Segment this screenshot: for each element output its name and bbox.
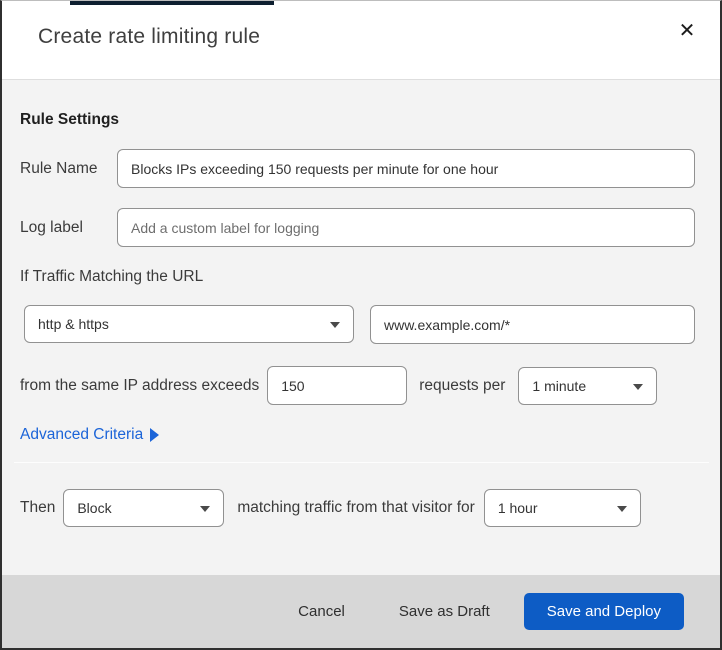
threshold-prefix-label: from the same IP address exceeds [20, 376, 260, 394]
chevron-down-icon [616, 506, 627, 512]
then-row: Then Block matching traffic from that vi… [20, 489, 695, 527]
then-label: Then [20, 499, 56, 516]
save-and-deploy-button[interactable]: Save and Deploy [523, 593, 684, 630]
chevron-down-icon [330, 322, 340, 328]
save-as-draft-button[interactable]: Save as Draft [395, 595, 494, 628]
matching-traffic-label: matching traffic from that visitor for [237, 499, 475, 516]
rule-name-row: Rule Name [20, 149, 695, 188]
section-divider [14, 462, 709, 463]
rule-name-label: Rule Name [20, 159, 98, 177]
threshold-row: from the same IP address exceeds request… [20, 366, 695, 405]
period-select[interactable]: 1 minute [518, 366, 658, 405]
requests-per-label: requests per [419, 376, 506, 394]
dialog-title: Create rate limiting rule [38, 25, 261, 48]
chevron-down-icon [633, 383, 644, 390]
period-select-value: 1 minute [532, 377, 587, 394]
page-behind-topbar [70, 1, 274, 5]
duration-select-value: 1 hour [497, 500, 538, 516]
dialog-footer: Cancel Save as Draft Save and Deploy [2, 575, 720, 648]
advanced-criteria-label: Advanced Criteria [20, 426, 144, 443]
action-select[interactable]: Block [63, 489, 225, 527]
dialog-header: Create rate limiting rule ✕ [2, 1, 720, 80]
dialog-body: Rule Settings Rule Name Log label If Tra… [2, 80, 720, 575]
section-heading-rule-settings: Rule Settings [20, 111, 120, 128]
duration-select[interactable]: 1 hour [483, 489, 641, 527]
scheme-select[interactable]: http & https [24, 305, 354, 343]
caret-right-icon [150, 428, 160, 442]
traffic-match-row: http & https [24, 305, 695, 344]
request-count-input[interactable] [267, 366, 408, 405]
scheme-select-value: http & https [38, 316, 109, 332]
action-select-value: Block [77, 500, 112, 516]
chevron-down-icon [200, 506, 211, 512]
close-icon[interactable]: ✕ [672, 15, 702, 45]
traffic-match-heading: If Traffic Matching the URL [20, 268, 204, 285]
url-input[interactable] [370, 305, 695, 344]
url-input-wrap [370, 305, 695, 344]
log-label-input[interactable] [117, 208, 695, 247]
log-label-label: Log label [20, 218, 83, 236]
advanced-criteria-link[interactable]: Advanced Criteria [20, 426, 160, 444]
rate-limit-dialog: Create rate limiting rule ✕ Rule Setting… [0, 0, 722, 650]
cancel-button[interactable]: Cancel [294, 595, 349, 628]
rule-name-input[interactable] [117, 149, 695, 188]
log-label-row: Log label [20, 208, 695, 247]
